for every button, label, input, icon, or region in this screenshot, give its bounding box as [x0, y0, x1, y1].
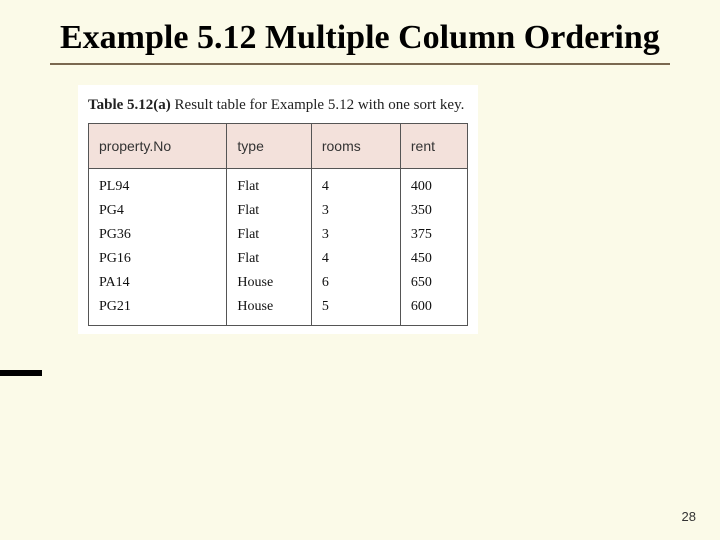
accent-bar [0, 370, 42, 376]
cell: 400 [400, 169, 467, 200]
cell: 3 [311, 223, 400, 247]
table-row: PG4 Flat 3 350 [89, 199, 468, 223]
cell: PG4 [89, 199, 227, 223]
table-caption: Table 5.12(a) Result table for Example 5… [78, 95, 478, 123]
cell: Flat [227, 199, 311, 223]
cell: House [227, 271, 311, 295]
col-rooms: rooms [311, 124, 400, 169]
cell: PA14 [89, 271, 227, 295]
cell: PL94 [89, 169, 227, 200]
cell: 3 [311, 199, 400, 223]
cell: PG21 [89, 295, 227, 326]
cell: 350 [400, 199, 467, 223]
col-type: type [227, 124, 311, 169]
cell: 375 [400, 223, 467, 247]
cell: PG36 [89, 223, 227, 247]
col-rent: rent [400, 124, 467, 169]
title-underline [50, 63, 670, 65]
cell: 6 [311, 271, 400, 295]
cell: Flat [227, 169, 311, 200]
cell: Flat [227, 223, 311, 247]
cell: 4 [311, 169, 400, 200]
slide-title: Example 5.12 Multiple Column Ordering [60, 18, 680, 59]
cell: 5 [311, 295, 400, 326]
table-figure: Table 5.12(a) Result table for Example 5… [78, 85, 478, 334]
caption-label: Table 5.12(a) [88, 97, 171, 113]
table-row: PL94 Flat 4 400 [89, 169, 468, 200]
table-row: PG36 Flat 3 375 [89, 223, 468, 247]
table-row: PA14 House 6 650 [89, 271, 468, 295]
page-number: 28 [682, 509, 696, 524]
table-row: PG16 Flat 4 450 [89, 247, 468, 271]
caption-text: Result table for Example 5.12 with one s… [171, 97, 465, 113]
cell: 650 [400, 271, 467, 295]
cell: PG16 [89, 247, 227, 271]
cell: 4 [311, 247, 400, 271]
cell: House [227, 295, 311, 326]
result-table: property.No type rooms rent PL94 Flat 4 … [88, 123, 468, 326]
table-row: PG21 House 5 600 [89, 295, 468, 326]
col-property-no: property.No [89, 124, 227, 169]
cell: 450 [400, 247, 467, 271]
slide: Example 5.12 Multiple Column Ordering Ta… [0, 0, 720, 540]
table-header-row: property.No type rooms rent [89, 124, 468, 169]
cell: 600 [400, 295, 467, 326]
cell: Flat [227, 247, 311, 271]
